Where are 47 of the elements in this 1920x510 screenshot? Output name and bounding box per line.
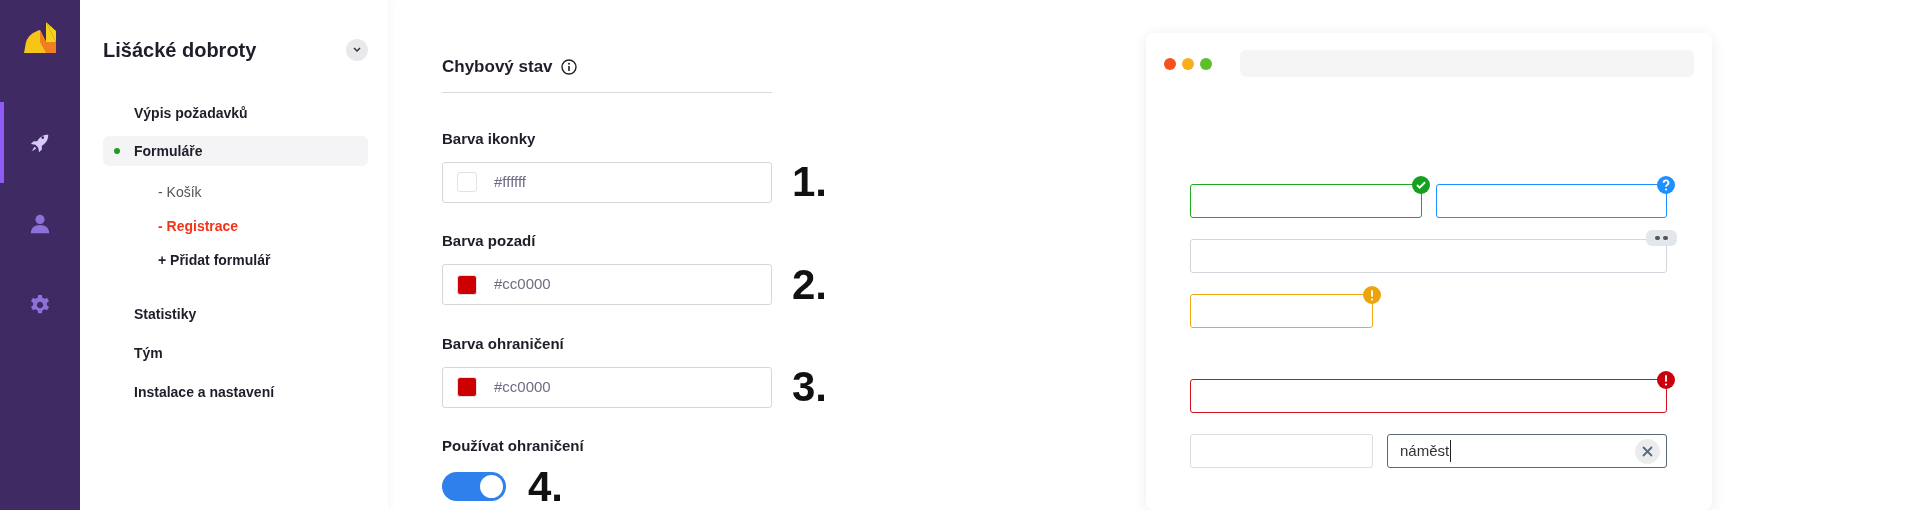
toggle-switch[interactable] <box>442 472 506 501</box>
question-badge-icon <box>1657 176 1675 194</box>
nav-item[interactable]: Formuláře <box>103 136 368 166</box>
color-field[interactable]: #cc0000 <box>442 264 772 305</box>
field-label: Barva ikonky <box>442 128 537 149</box>
gear-icon <box>29 293 51 316</box>
toggle-label: Používat ohraničení <box>442 436 585 456</box>
section-title: Chybový stav <box>442 56 553 78</box>
step-number: 3. <box>792 366 828 408</box>
color-field[interactable]: #cc0000 <box>442 366 772 408</box>
input-field[interactable] <box>1190 294 1373 328</box>
step-number: 1. <box>792 161 828 203</box>
step-number: 4. <box>528 465 564 508</box>
window-dot-icon <box>1182 57 1194 70</box>
input-field[interactable] <box>1190 379 1667 413</box>
error-badge-icon <box>1657 371 1675 389</box>
person-icon <box>29 212 51 235</box>
dropdown-button[interactable] <box>346 39 368 61</box>
window-dot-icon <box>1200 57 1212 70</box>
nav-item[interactable]: Instalace a nastavení <box>103 377 368 407</box>
field-label: Barva ohraničení <box>442 333 565 354</box>
nav-item[interactable]: Tým <box>103 338 368 368</box>
input-field[interactable] <box>1190 184 1422 218</box>
nav-item[interactable]: Výpis požadavků <box>103 98 368 128</box>
close-icon <box>1642 446 1653 457</box>
color-swatch[interactable] <box>457 172 477 192</box>
check-badge-icon <box>1411 176 1430 194</box>
nav-item[interactable]: Statistiky <box>103 299 368 329</box>
color-swatch[interactable] <box>457 377 477 397</box>
subnav-item[interactable]: - Registrace <box>103 209 368 243</box>
info-icon[interactable] <box>560 58 577 75</box>
subnav-item[interactable]: - Košík <box>103 175 368 209</box>
chevron-icon <box>353 47 361 53</box>
active-dot-icon <box>114 148 120 154</box>
more-pill-icon <box>1646 230 1677 246</box>
project-title: Lišácké dobroty <box>103 38 257 63</box>
add-form-link[interactable]: + Přidat formulář <box>103 243 368 277</box>
color-swatch[interactable] <box>457 274 477 295</box>
warning-badge-icon <box>1363 286 1381 304</box>
input-field[interactable] <box>1435 184 1667 218</box>
input-field[interactable]: náměst <box>1387 434 1667 468</box>
logo-icon <box>24 22 56 53</box>
clear-button[interactable] <box>1635 439 1660 464</box>
color-field[interactable]: #ffffff <box>442 161 772 203</box>
window-dot-icon <box>1164 57 1176 70</box>
step-number: 2. <box>792 263 828 306</box>
field-label: Barva pozadí <box>442 231 537 251</box>
